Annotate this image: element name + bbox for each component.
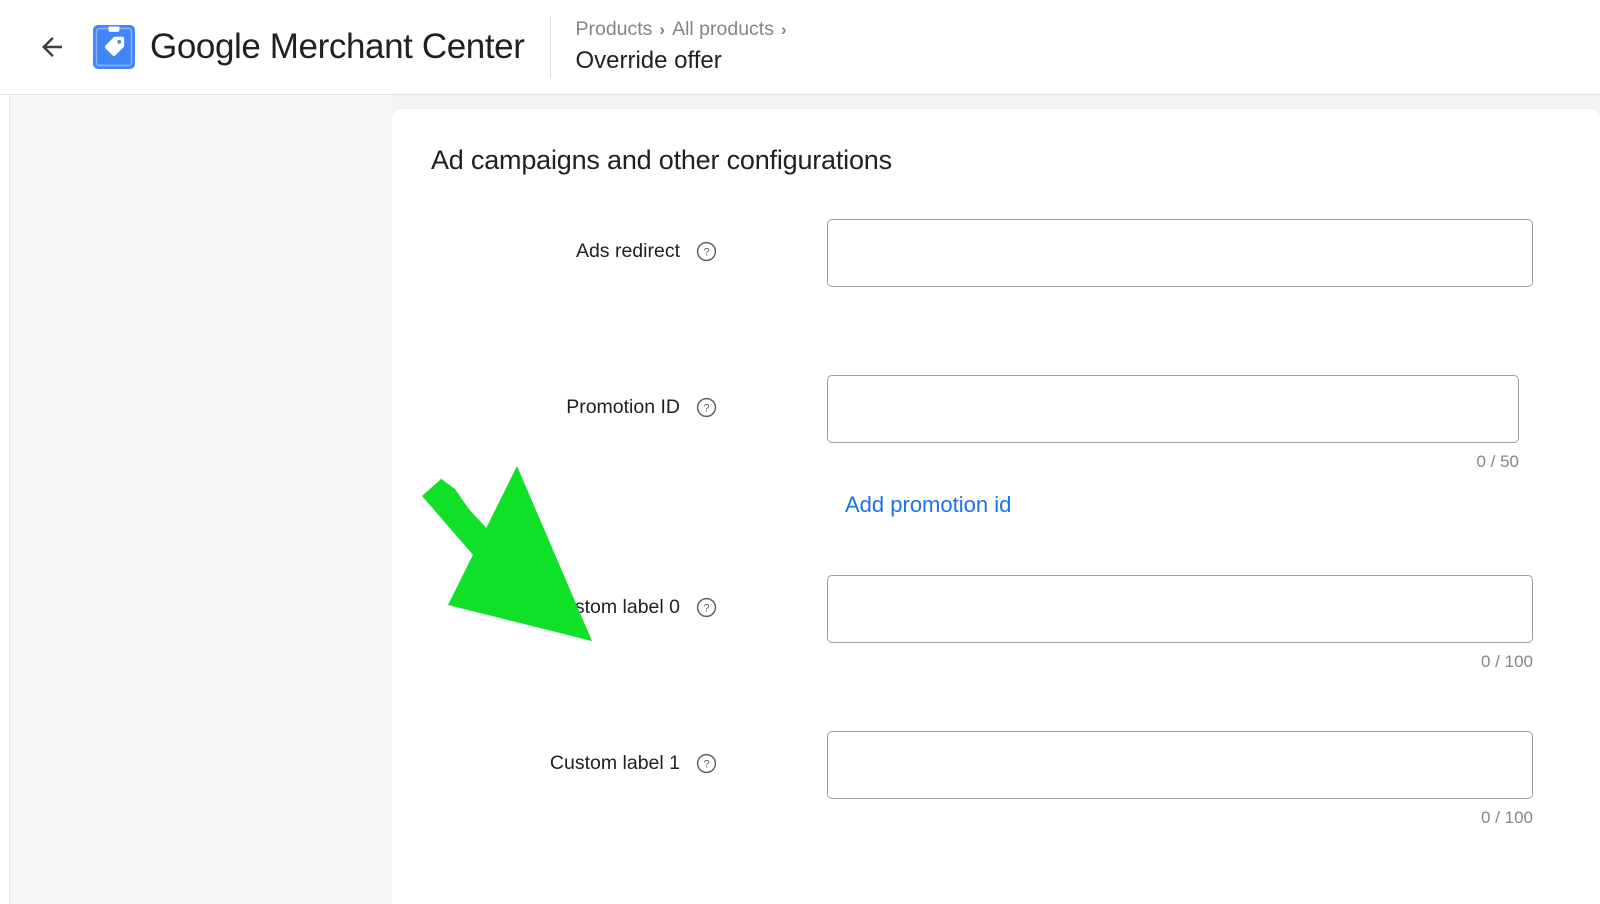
ads-redirect-input[interactable] (827, 219, 1533, 287)
field-col-promotion-id: 0 / 50 Add promotion id (827, 375, 1521, 518)
label-text-custom-label-1: Custom label 1 (549, 752, 680, 774)
content-card: Ad campaigns and other configurations Ad… (392, 109, 1600, 904)
label-text-promotion-id: Promotion ID (566, 396, 680, 418)
left-rail (0, 95, 10, 904)
brand-text-bold: Google (150, 27, 261, 66)
breadcrumb-item-all-products[interactable]: All products (672, 18, 774, 41)
field-col-custom-label-1: 0 / 100 (827, 731, 1535, 828)
brand-text: Google Merchant Center (150, 27, 525, 67)
page-title: Override offer (575, 46, 722, 74)
svg-text:?: ? (703, 403, 709, 415)
promotion-id-input[interactable] (827, 375, 1519, 443)
chevron-right-icon-2: › (780, 19, 787, 39)
form-row-custom-label-0: Custom label 0 ? 0 / 100 (392, 575, 1600, 731)
custom-label-1-input[interactable] (827, 731, 1533, 799)
field-label-ads-redirect: Ads redirect ? (392, 240, 717, 263)
help-circle-icon-custom-label-1[interactable]: ? (696, 753, 717, 774)
svg-text:?: ? (703, 247, 709, 259)
back-button[interactable] (28, 23, 76, 71)
brand-logo[interactable]: Google Merchant Center (92, 24, 525, 70)
arrow-left-icon (42, 37, 62, 57)
add-promotion-id-link[interactable]: Add promotion id (845, 492, 1011, 518)
chevron-right-icon: › (659, 19, 666, 39)
brand-text-light: Merchant Center (260, 27, 525, 66)
header-divider (550, 16, 552, 78)
field-col-custom-label-0: 0 / 100 (827, 575, 1535, 672)
page-body: Ad campaigns and other configurations Ad… (0, 95, 1600, 904)
form-row-ads-redirect: Ads redirect ? (392, 219, 1600, 375)
custom-label-0-input[interactable] (827, 575, 1533, 643)
merchant-center-tag-logo-icon (92, 24, 136, 70)
breadcrumb-item-products[interactable]: Products (575, 18, 652, 41)
app-header: Google Merchant Center Products › All pr… (0, 0, 1600, 95)
section-title: Ad campaigns and other configurations (431, 145, 892, 175)
help-circle-icon-promotion-id[interactable]: ? (696, 397, 717, 418)
sidebar (11, 95, 392, 904)
svg-text:?: ? (703, 759, 709, 771)
configuration-form: Ads redirect ? Promotion ID ? 0 / 50 Add… (392, 219, 1600, 887)
breadcrumb-row: Products › All products › (575, 18, 786, 41)
label-text-custom-label-0: Custom label 0 (549, 596, 680, 618)
label-text-ads-redirect: Ads redirect (575, 240, 680, 262)
field-label-custom-label-1: Custom label 1 ? (392, 752, 717, 775)
form-row-promotion-id: Promotion ID ? 0 / 50 Add promotion id (392, 375, 1600, 575)
char-counter-custom-label-1: 0 / 100 (1481, 808, 1533, 827)
field-label-promotion-id: Promotion ID ? (392, 396, 717, 419)
help-circle-icon-custom-label-0[interactable]: ? (696, 597, 717, 618)
form-row-custom-label-1: Custom label 1 ? 0 / 100 (392, 731, 1600, 887)
field-col-ads-redirect (827, 219, 1533, 287)
char-counter-promotion-id: 0 / 50 (1476, 452, 1519, 471)
char-counter-custom-label-0: 0 / 100 (1481, 652, 1533, 671)
help-circle-icon-ads-redirect[interactable]: ? (696, 241, 717, 262)
merchant-center-tag-logo-svg (93, 25, 135, 69)
svg-text:?: ? (703, 603, 709, 615)
field-label-custom-label-0: Custom label 0 ? (392, 596, 717, 619)
breadcrumb: Products › All products › Override offer (575, 18, 786, 75)
